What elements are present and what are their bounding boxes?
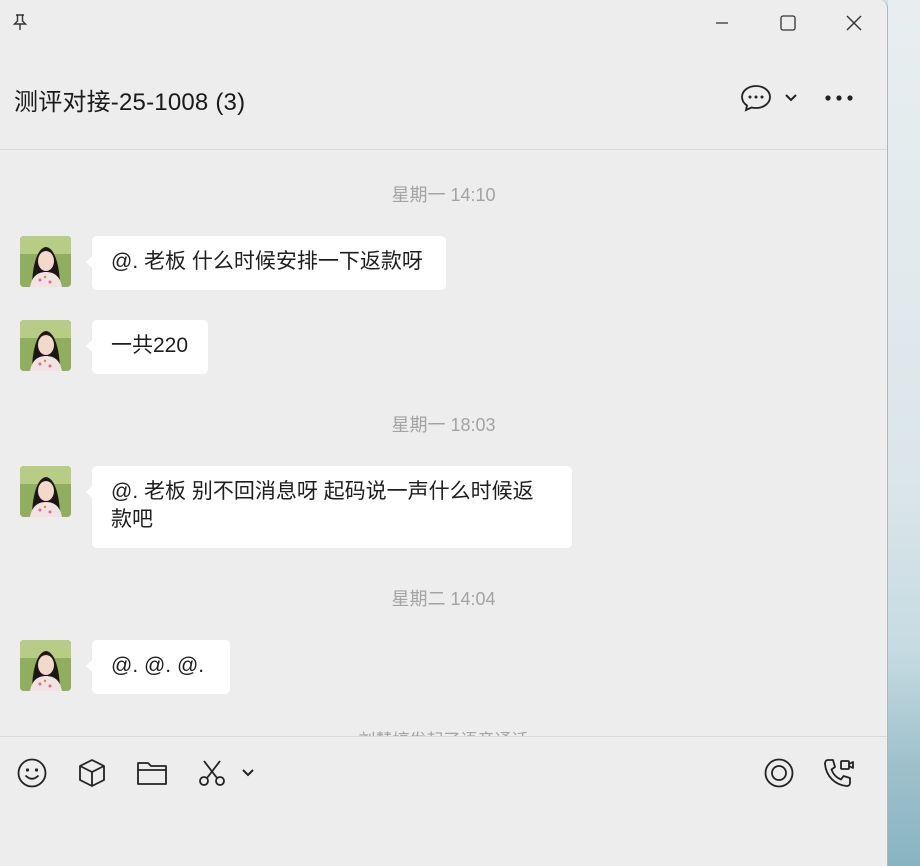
system-notice: 刘慧婷发起了语音通话 <box>0 726 887 736</box>
folder-icon[interactable] <box>134 755 170 791</box>
message-bubble[interactable]: @. 老板 别不回消息呀 起码说一声什么时候返款吧 <box>86 466 572 548</box>
desktop-background <box>888 0 920 866</box>
message-bubble[interactable]: @. 老板 什么时候安排一下返款呀 <box>86 236 446 290</box>
chat-window: 测评对接-25-1008 (3) 星期一 14:10 @. 老板 什么时候安排一… <box>0 0 888 866</box>
timestamp: 星期一 18:03 <box>391 415 496 435</box>
timestamp: 星期一 14:10 <box>391 185 496 205</box>
chat-title: 测评对接-25-1008 (3) <box>14 89 246 116</box>
input-toolbar-divider <box>0 736 887 737</box>
minimize-button[interactable] <box>704 8 740 38</box>
screenshot-options-chevron-icon[interactable] <box>238 755 258 791</box>
maximize-button[interactable] <box>770 8 806 38</box>
emoji-icon[interactable] <box>14 755 50 791</box>
live-stream-icon[interactable] <box>761 755 797 791</box>
more-options-icon[interactable] <box>820 86 858 110</box>
pin-icon[interactable] <box>10 12 30 32</box>
chevron-down-icon[interactable] <box>780 88 802 108</box>
avatar[interactable] <box>20 236 71 287</box>
message-bubble[interactable]: @. @. @. <box>86 640 230 694</box>
avatar[interactable] <box>20 640 71 691</box>
chat-bubble-icon[interactable] <box>738 80 774 116</box>
message-list[interactable]: 星期一 14:10 @. 老板 什么时候安排一下返款呀 一共220 星期一 18… <box>0 150 887 736</box>
scissors-icon[interactable] <box>194 755 230 791</box>
voice-video-call-icon[interactable] <box>820 755 858 791</box>
avatar[interactable] <box>20 466 71 517</box>
avatar[interactable] <box>20 320 71 371</box>
close-button[interactable] <box>836 8 872 38</box>
favorites-box-icon[interactable] <box>74 755 110 791</box>
timestamp: 星期二 14:04 <box>391 589 496 609</box>
message-bubble[interactable]: 一共220 <box>86 320 208 374</box>
